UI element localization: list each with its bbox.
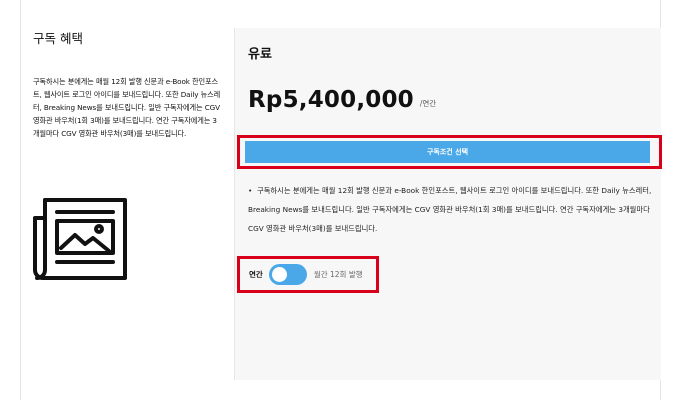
- plan-card: 유료 Rp5,400,000 /연간 구독조건 선택 • 구독하시는 분에게는 매…: [234, 28, 662, 380]
- billing-toggle-switch[interactable]: [268, 264, 307, 285]
- price-period: /연간: [419, 99, 437, 108]
- price-row: Rp5,400,000 /연간: [248, 87, 436, 113]
- benefits-description: 구독하시는 분에게는 매월 12회 발행 신문과 e-Book 한인포스트, 웹…: [33, 77, 221, 138]
- plan-description: • 구독하시는 분에게는 매월 12회 발행 신문과 e-Book 한인포스트, …: [248, 181, 653, 238]
- plan-description-text: 구독하시는 분에게는 매월 12회 발행 신문과 e-Book 한인포스트, 웹…: [248, 186, 652, 233]
- bullet-icon: •: [248, 186, 253, 195]
- annual-label: 연간: [249, 270, 263, 279]
- plan-name: 유료: [248, 47, 272, 62]
- billing-toggle-highlight-box: 연간 월간 12회 발행: [237, 256, 379, 293]
- monthly-label: 월간 12회 발행: [313, 270, 363, 279]
- toggle-knob: [271, 267, 287, 282]
- benefits-section: 구독 혜택 구독하시는 분에게는 매월 12회 발행 신문과 e-Book 한인…: [33, 28, 223, 140]
- cta-highlight-box: 구독조건 선택: [237, 135, 662, 169]
- select-subscription-button[interactable]: 구독조건 선택: [245, 141, 650, 163]
- plan-price: Rp5,400,000: [248, 87, 414, 113]
- benefits-title: 구독 혜택: [33, 31, 83, 46]
- newspaper-icon: [33, 198, 127, 280]
